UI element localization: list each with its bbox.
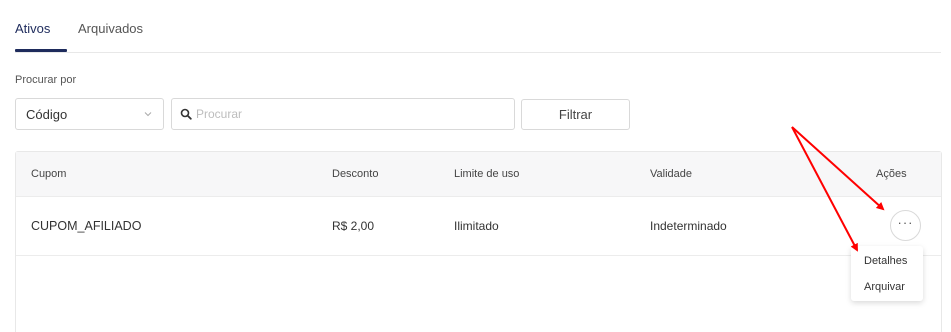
tab-bar: Ativos Arquivados <box>15 0 941 53</box>
table-row: CUPOM_AFILIADO R$ 2,00 Ilimitado Indeter… <box>16 197 941 256</box>
header-acoes: Ações <box>876 168 907 180</box>
search-input[interactable] <box>196 105 496 123</box>
tab-arquivados[interactable]: Arquivados <box>78 21 143 36</box>
more-actions-button[interactable]: ··· <box>890 210 921 241</box>
header-desconto: Desconto <box>332 168 379 180</box>
chevron-down-icon <box>144 112 152 117</box>
actions-dropdown: Detalhes Arquivar <box>851 246 923 301</box>
search-by-label: Procurar por <box>15 74 77 86</box>
header-cupom: Cupom <box>31 168 67 180</box>
menu-item-arquivar[interactable]: Arquivar <box>864 281 905 293</box>
cell-validade: Indeterminado <box>650 219 727 233</box>
search-icon <box>180 108 192 120</box>
header-limite: Limite de uso <box>454 168 520 180</box>
menu-item-detalhes[interactable]: Detalhes <box>864 255 907 267</box>
tab-ativos[interactable]: Ativos <box>15 21 50 36</box>
coupons-table: Cupom Desconto Limite de uso Validade Aç… <box>15 151 942 332</box>
cell-limite: Ilimitado <box>454 219 499 233</box>
filter-button[interactable]: Filtrar <box>521 99 630 130</box>
header-validade: Validade <box>650 168 692 180</box>
cell-cupom: CUPOM_AFILIADO <box>31 219 142 233</box>
active-tab-indicator <box>15 49 67 52</box>
more-horizontal-icon: ··· <box>897 215 914 230</box>
table-header: Cupom Desconto Limite de uso Validade Aç… <box>16 152 941 197</box>
cell-desconto: R$ 2,00 <box>332 219 375 233</box>
search-field-select[interactable]: Código <box>15 98 164 130</box>
search-field-value: Código <box>26 107 68 122</box>
search-box[interactable] <box>171 98 515 130</box>
